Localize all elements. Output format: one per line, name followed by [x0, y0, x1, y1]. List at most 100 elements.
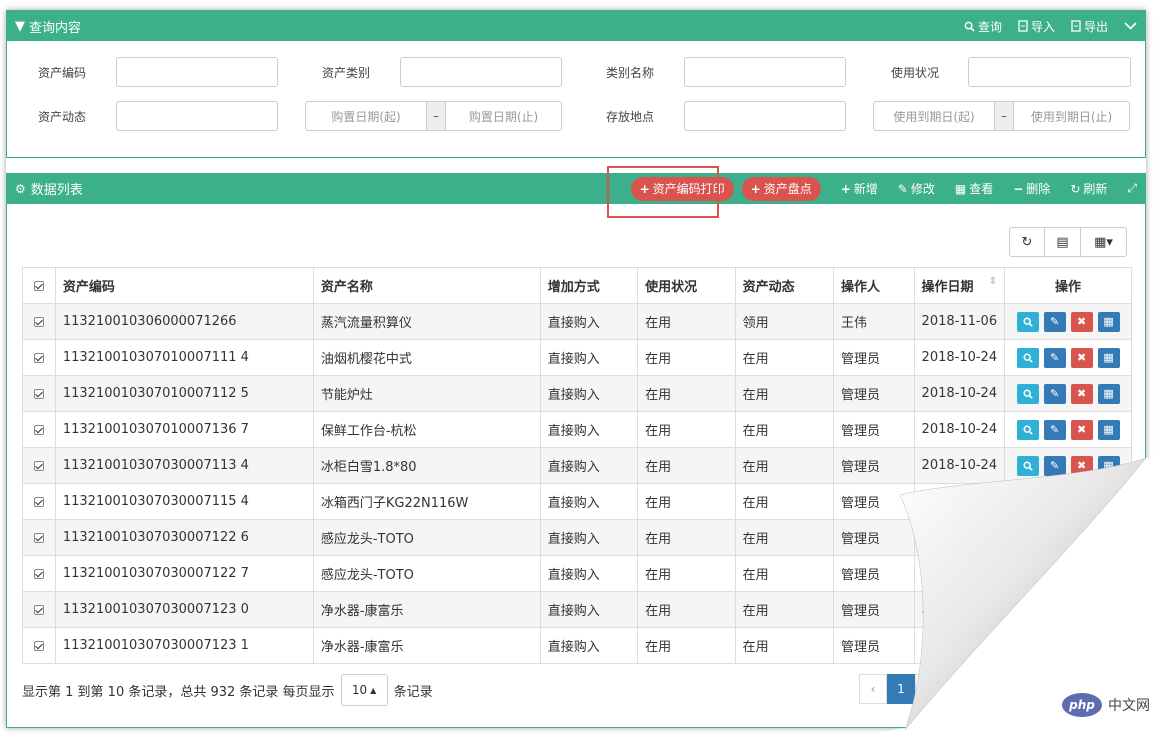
qrcode-icon: ▦: [1103, 639, 1114, 652]
col-asset-dynamic[interactable]: 资产动态: [734, 267, 835, 304]
table-refresh-button[interactable]: ↻: [1009, 227, 1045, 257]
row-checkbox[interactable]: [22, 555, 56, 592]
col-asset-name[interactable]: 资产名称: [312, 267, 541, 304]
row-edit-button[interactable]: ✎: [1043, 635, 1066, 656]
table-row[interactable]: 113210010307030007113 4 冰柜白雪1.8*80 直接购入 在用在…: [22, 447, 1132, 484]
search-icon: [1023, 497, 1033, 507]
table-row[interactable]: 113210010307030007115 4 冰箱西门子KG22N116W 直接购…: [22, 483, 1132, 520]
row-delete-button[interactable]: ✖: [1070, 383, 1093, 404]
row-edit-button[interactable]: ✎: [1043, 347, 1066, 368]
table-row[interactable]: 113210010307010007111 4 油烟机樱花中式 直接购入 在用 在用 管理…: [22, 339, 1132, 376]
purchase-date-end-input[interactable]: 购置日期(止): [445, 101, 562, 131]
row-edit-button[interactable]: ✎: [1043, 527, 1066, 548]
row-edit-button[interactable]: ✎: [1043, 419, 1066, 440]
row-edit-button[interactable]: ✎: [1043, 563, 1066, 584]
row-delete-button[interactable]: ✖: [1070, 599, 1093, 620]
row-checkbox[interactable]: [22, 591, 56, 628]
row-view-button[interactable]: [1016, 635, 1039, 656]
row-edit-button[interactable]: ✎: [1043, 491, 1066, 512]
asset-category-input[interactable]: [400, 57, 562, 87]
table-row[interactable]: 113210010307010007136 7 保鲜工作台-杭松 直接购入 在用 在用管…: [22, 411, 1132, 448]
row-qrcode-button[interactable]: ▦: [1097, 419, 1120, 440]
row-checkbox[interactable]: [22, 447, 56, 484]
row-qrcode-button[interactable]: ▦: [1097, 635, 1120, 656]
row-checkbox[interactable]: [22, 627, 56, 664]
row-delete-button[interactable]: ✖: [1070, 311, 1093, 332]
row-checkbox[interactable]: [22, 483, 56, 520]
refresh-button[interactable]: ↻ 刷新: [1070, 180, 1107, 197]
columns-dropdown-button[interactable]: ▦▾: [1081, 227, 1127, 257]
row-view-button[interactable]: [1016, 563, 1039, 584]
select-all-checkbox[interactable]: [22, 267, 56, 304]
view-button[interactable]: ▦ 查看: [955, 180, 993, 197]
row-qrcode-button[interactable]: ▦: [1097, 383, 1120, 404]
purchase-date-start-input[interactable]: 购置日期(起): [305, 101, 427, 131]
col-operate-date[interactable]: 操作日期 ⇕: [913, 267, 1006, 304]
delete-button[interactable]: − 删除: [1013, 180, 1050, 197]
row-view-button[interactable]: [1016, 311, 1039, 332]
row-qrcode-button[interactable]: ▦: [1097, 527, 1120, 548]
row-qrcode-button[interactable]: ▦: [1097, 491, 1120, 512]
col-operate-date-label: 操作日期: [921, 280, 974, 295]
export-button[interactable]: 导出: [1071, 18, 1108, 35]
row-edit-button[interactable]: ✎: [1043, 599, 1066, 620]
row-view-button[interactable]: [1016, 455, 1039, 476]
row-delete-button[interactable]: ✖: [1070, 491, 1093, 512]
pager-page-2[interactable]: 2: [915, 674, 943, 704]
row-view-button[interactable]: [1016, 491, 1039, 512]
page-size-dropdown[interactable]: 10 ▲: [340, 674, 388, 706]
expire-date-end-input[interactable]: 使用到期日(止): [1013, 101, 1130, 131]
asset-dynamic-input[interactable]: [116, 101, 278, 131]
asset-code-input[interactable]: [116, 57, 278, 87]
query-button[interactable]: 查询: [964, 18, 1002, 35]
row-delete-button[interactable]: ✖: [1070, 419, 1093, 440]
row-delete-button[interactable]: ✖: [1070, 455, 1093, 476]
search-icon: [1023, 569, 1033, 579]
row-delete-button[interactable]: ✖: [1070, 527, 1093, 548]
row-qrcode-button[interactable]: ▦: [1097, 311, 1120, 332]
row-delete-button[interactable]: ✖: [1070, 563, 1093, 584]
edit-button[interactable]: ✎ 修改: [898, 180, 935, 197]
col-asset-code[interactable]: 资产编码: [54, 267, 314, 304]
col-operator[interactable]: 操作人: [833, 267, 915, 304]
row-checkbox[interactable]: [22, 519, 56, 556]
expire-date-start-input[interactable]: 使用到期日(起): [873, 101, 995, 131]
row-edit-button[interactable]: ✎: [1043, 455, 1066, 476]
row-view-button[interactable]: [1016, 347, 1039, 368]
pager-prev[interactable]: ‹: [859, 674, 887, 704]
table-row[interactable]: 113210010307030007122 7 感应龙头-TOTO 直接购入 在用 在用…: [22, 555, 1132, 592]
table-row[interactable]: 113210010307030007123 0 净水器-康富乐 直接购入 在用 在用 管理…: [22, 591, 1132, 628]
import-button[interactable]: 导入: [1018, 18, 1055, 35]
row-delete-button[interactable]: ✖: [1070, 347, 1093, 368]
fullscreen-button[interactable]: ⤢: [1127, 181, 1137, 196]
row-edit-button[interactable]: ✎: [1043, 383, 1066, 404]
row-delete-button[interactable]: ✖: [1070, 635, 1093, 656]
row-view-button[interactable]: [1016, 419, 1039, 440]
col-usage-status[interactable]: 使用状况: [637, 267, 736, 304]
collapse-button[interactable]: [1124, 22, 1137, 30]
table-row[interactable]: 113210010306000071266 蒸汽流量积算仪 直接购入 在用 领用 王伟 20…: [22, 303, 1132, 340]
row-qrcode-button[interactable]: ▦: [1097, 455, 1120, 476]
table-row[interactable]: 113210010307010007112 5 节能炉灶 直接购入 在用 在用 管理员 20…: [22, 375, 1132, 412]
row-qrcode-button[interactable]: ▦: [1097, 599, 1120, 620]
row-checkbox[interactable]: [22, 303, 56, 340]
asset-inventory-button[interactable]: + 资产盘点: [741, 176, 821, 201]
col-add-method[interactable]: 增加方式: [539, 267, 639, 304]
pager-page-1[interactable]: 1: [887, 674, 915, 704]
row-view-button[interactable]: [1016, 383, 1039, 404]
row-checkbox[interactable]: [22, 339, 56, 376]
table-row[interactable]: 113210010307030007123 1 净水器-康富乐 直接购入 在用 在用 管理…: [22, 627, 1132, 664]
row-edit-button[interactable]: ✎: [1043, 311, 1066, 332]
storage-location-input[interactable]: [684, 101, 846, 131]
row-qrcode-button[interactable]: ▦: [1097, 563, 1120, 584]
table-row[interactable]: 113210010307030007122 6 感应龙头-TOTO 直接购入 在用 在用…: [22, 519, 1132, 556]
add-button[interactable]: + 新增: [841, 180, 878, 197]
usage-status-input[interactable]: [968, 57, 1131, 87]
table-toggle-view-button[interactable]: ▤: [1045, 227, 1081, 257]
row-view-button[interactable]: [1016, 599, 1039, 620]
row-checkbox[interactable]: [22, 375, 56, 412]
row-checkbox[interactable]: [22, 411, 56, 448]
category-name-input[interactable]: [684, 57, 846, 87]
row-qrcode-button[interactable]: ▦: [1097, 347, 1120, 368]
row-view-button[interactable]: [1016, 527, 1039, 548]
